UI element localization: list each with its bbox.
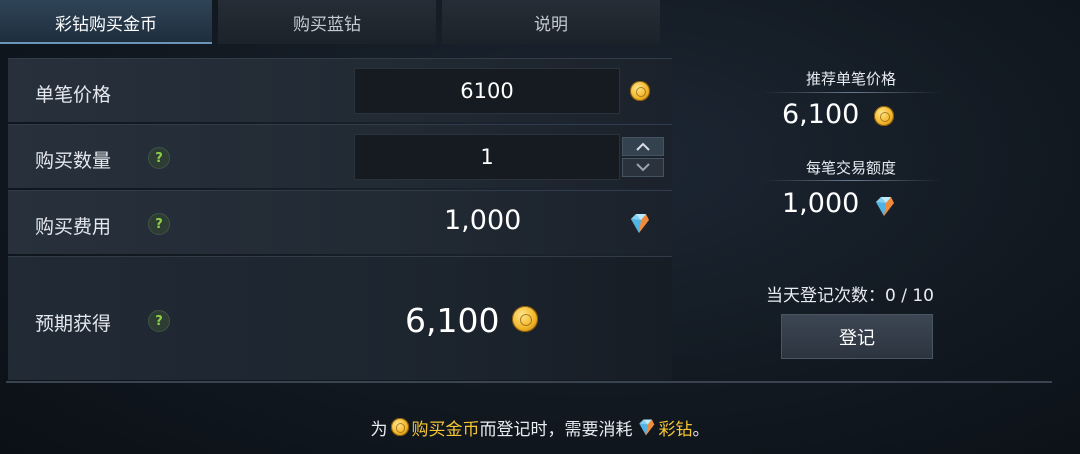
note-prefix: 为 xyxy=(370,419,388,440)
tab-bar: 彩钻购买金币 购买蓝钻 说明 xyxy=(0,0,660,44)
gold-coin-icon xyxy=(512,306,538,332)
gold-coin-icon xyxy=(630,81,650,101)
note-suffix: 。 xyxy=(692,419,710,440)
colored-diamond-icon xyxy=(876,197,894,216)
expected-gain-value: 6,100 xyxy=(405,301,500,340)
gold-coin-icon xyxy=(874,106,894,126)
note-highlight-diamond: 彩钻 xyxy=(658,419,693,440)
quantity-input[interactable]: 1 xyxy=(354,134,620,180)
trade-limit-label: 每笔交易额度 xyxy=(806,159,897,177)
cost-label: 购买费用 xyxy=(35,216,112,238)
tab-description[interactable]: 说明 xyxy=(442,0,660,44)
chevron-up-icon xyxy=(636,142,650,151)
quantity-stepper xyxy=(622,137,664,177)
tab-buy-gold-with-diamond[interactable]: 彩钻购买金币 xyxy=(0,0,212,44)
bottom-divider xyxy=(6,381,1052,383)
recommended-price-label: 推荐单笔价格 xyxy=(806,70,897,88)
side-divider xyxy=(762,180,942,181)
side-divider xyxy=(762,92,942,93)
gold-coin-icon xyxy=(390,418,409,436)
note-middle: 而登记时，需要消耗 xyxy=(479,419,633,440)
tab-buy-blue-diamond[interactable]: 购买蓝钻 xyxy=(218,0,436,44)
quantity-row: 购买数量 ? 1 xyxy=(8,124,672,188)
register-button[interactable]: 登记 xyxy=(781,314,933,359)
quantity-decrease-button[interactable] xyxy=(622,158,664,177)
unit-price-label: 单笔价格 xyxy=(35,84,112,106)
chevron-down-icon xyxy=(636,163,650,172)
note-highlight-gold: 购买金币 xyxy=(411,419,480,440)
daily-register-count: 当天登记次数：0 / 10 xyxy=(766,286,934,306)
recommended-price-value: 6,100 xyxy=(782,99,860,130)
colored-diamond-icon xyxy=(631,214,649,233)
quantity-increase-button[interactable] xyxy=(622,137,664,156)
quantity-help-icon[interactable]: ? xyxy=(148,147,170,169)
unit-price-input[interactable]: 6100 xyxy=(354,68,620,114)
cost-help-icon[interactable]: ? xyxy=(148,213,170,235)
expected-gain-row: 预期获得 ? 6,100 xyxy=(8,256,672,380)
unit-price-row: 单笔价格 6100 xyxy=(8,58,672,122)
cost-row: 购买费用 ? 1,000 xyxy=(8,190,672,254)
expected-gain-label: 预期获得 xyxy=(35,313,112,335)
expected-gain-help-icon[interactable]: ? xyxy=(148,310,170,332)
trade-limit-value: 1,000 xyxy=(782,188,860,219)
quantity-label: 购买数量 xyxy=(35,150,112,172)
colored-diamond-icon xyxy=(638,419,654,436)
cost-value: 1,000 xyxy=(444,205,522,236)
register-note: 为 购买金币 而登记时，需要消耗 彩钻 。 xyxy=(0,412,1080,442)
